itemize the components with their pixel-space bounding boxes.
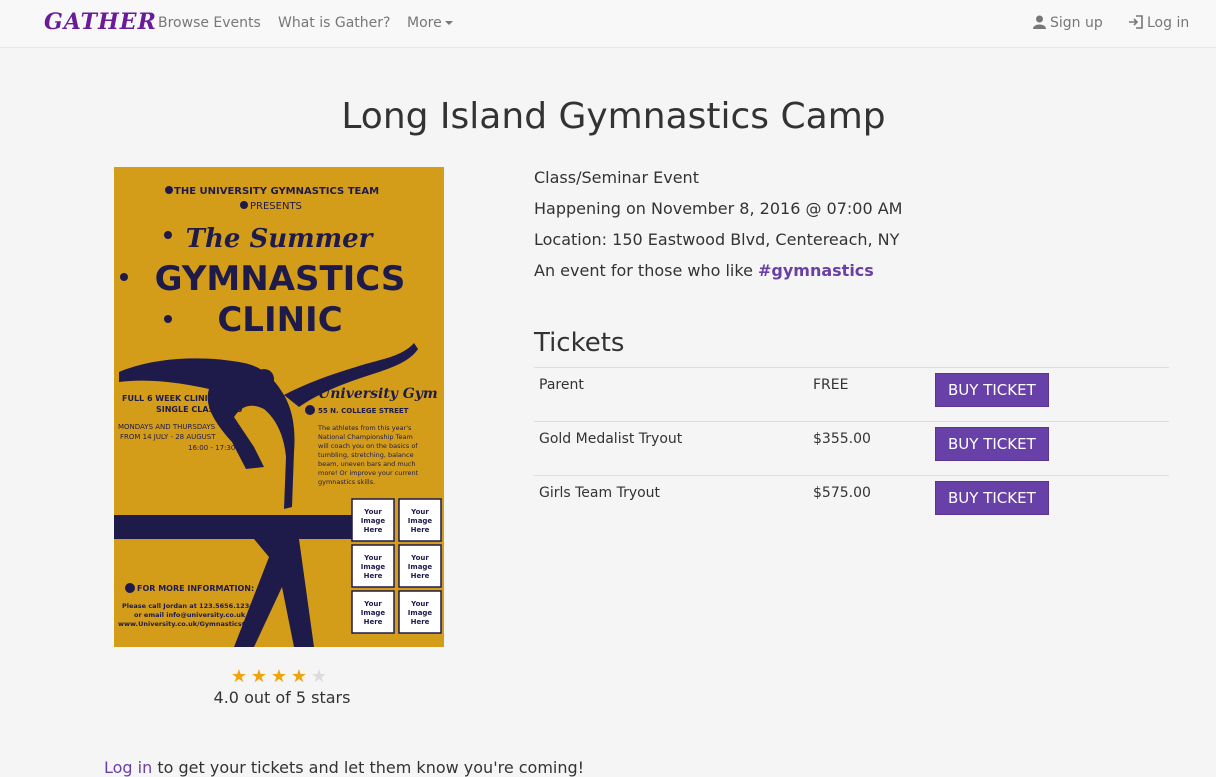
ph3-c: Here [364,572,383,580]
login-prompt-text: to get your tickets and let them know yo… [152,758,585,777]
poster-blurb-4: tumbling, stretching, balance [318,451,414,459]
poster-days3: 16:00 - 17:30 [188,444,235,452]
poster-line4: GYMNASTICS [155,259,406,299]
ph2-c: Here [411,526,430,534]
table-row: Parent FREE BUY TICKET [534,367,1169,422]
star-filled-icon: ★ [290,666,308,687]
ticket-action-cell: BUY TICKET [935,367,1169,422]
poster-blurb-5: beam, uneven bars and much [318,460,416,468]
table-row: Girls Team Tryout $575.00 BUY TICKET [534,475,1169,529]
table-row: Gold Medalist Tryout $355.00 BUY TICKET [534,421,1169,476]
ph5-b: Image [361,609,386,617]
tickets-table: Parent FREE BUY TICKET Gold Medalist Try… [534,367,1169,529]
event-tags: An event for those who like #gymnastics [534,261,874,280]
ph5-a: Your [363,600,382,608]
event-date: Happening on November 8, 2016 @ 07:00 AM [534,199,903,218]
nav-more-label: More [407,15,442,31]
ph6-c: Here [411,618,430,626]
buy-ticket-button[interactable]: BUY TICKET [935,373,1049,407]
rating-text: 4.0 out of 5 stars [213,688,351,707]
poster-days2: FROM 14 JULY - 28 AUGUST [120,433,216,441]
tag-prefix: An event for those who like [534,261,758,280]
star-filled-icon: ★ [250,666,268,687]
poster-clinic2: SINGLE CLASS: £10 [156,405,243,414]
poster-artwork: THE UNIVERSITY GYMNASTICS TEAM PRESENTS … [114,167,444,647]
poster-blurb-2: National Championship Team [318,433,413,441]
ph5-c: Here [364,618,383,626]
ticket-name: Girls Team Tryout [534,475,813,529]
tickets-heading: Tickets [534,328,625,358]
ph6-b: Image [408,609,433,617]
nav-browse-events[interactable]: Browse Events [158,15,261,31]
nav-more-dropdown[interactable]: More [407,15,453,31]
poster-info-title: FOR MORE INFORMATION: [137,584,254,593]
login-prompt-link[interactable]: Log in [104,758,152,777]
nav-login[interactable]: Log in [1128,15,1189,31]
poster-line2: PRESENTS [250,201,302,212]
poster-clinic1: FULL 6 WEEK CLINIC: £100 [122,394,242,403]
ph3-b: Image [361,563,386,571]
star-empty-icon: ★ [310,666,328,687]
poster-info1: Please call Jordan at 123.5656.1234 [122,602,254,610]
poster-line5: CLINIC [217,300,342,340]
chevron-down-icon [444,21,453,25]
event-location: Location: 150 Eastwood Blvd, Centereach,… [534,230,900,249]
event-poster-image: THE UNIVERSITY GYMNASTICS TEAM PRESENTS … [114,167,444,647]
star-filled-icon: ★ [270,666,288,687]
poster-street: 55 N. COLLEGE STREET [318,407,409,415]
poster-days1: MONDAYS AND THURSDAYS [118,423,216,431]
ph4-b: Image [408,563,433,571]
login-icon [1129,15,1143,29]
poster-line1: THE UNIVERSITY GYMNASTICS TEAM [174,186,379,197]
ticket-action-cell: BUY TICKET [935,421,1169,476]
ph1-b: Image [361,517,386,525]
ticket-price: $355.00 [813,421,935,476]
poster-blurb-7: gymnastics skills. [318,478,375,486]
poster-blurb-6: more! Or improve your current [318,469,419,477]
user-icon [1033,15,1046,29]
login-prompt: Log in to get your tickets and let them … [104,758,584,777]
ph6-a: Your [410,600,429,608]
poster-info3: www.University.co.uk/GymnasticsClinic [118,620,262,628]
star-rating: ★ ★ ★ ★ ★ [229,667,334,687]
poster-blurb-3: will coach you on the basics of [318,442,418,450]
star-filled-icon: ★ [230,666,248,687]
navbar: GATHER Browse Events What is Gather? Mor… [0,0,1216,48]
ph2-b: Image [408,517,433,525]
ticket-action-cell: BUY TICKET [935,475,1169,529]
ticket-price: $575.00 [813,475,935,529]
ph4-c: Here [411,572,430,580]
ph4-a: Your [410,554,429,562]
ticket-price: FREE [813,367,935,422]
brand-logo[interactable]: GATHER [44,9,157,35]
ticket-name: Parent [534,367,813,422]
nav-signup[interactable]: Sign up [1033,15,1103,31]
poster-info2: or email info@university.co.uk [134,611,246,619]
poster-venue: University Gym [318,386,438,402]
ph1-a: Your [363,508,382,516]
poster-line3: The Summer [186,224,375,254]
nav-what-is-gather[interactable]: What is Gather? [278,15,390,31]
ph1-c: Here [364,526,383,534]
ph3-a: Your [363,554,382,562]
page-title: Long Island Gymnastics Camp [341,96,886,137]
buy-ticket-button[interactable]: BUY TICKET [935,427,1049,461]
login-label: Log in [1147,15,1190,31]
ph2-a: Your [410,508,429,516]
ticket-name: Gold Medalist Tryout [534,421,813,476]
tag-link-gymnastics[interactable]: #gymnastics [758,261,874,280]
buy-ticket-button[interactable]: BUY TICKET [935,481,1049,515]
event-category: Class/Seminar Event [534,168,699,187]
poster-blurb-1: The athletes from this year's [317,424,412,432]
signup-label: Sign up [1050,15,1103,31]
